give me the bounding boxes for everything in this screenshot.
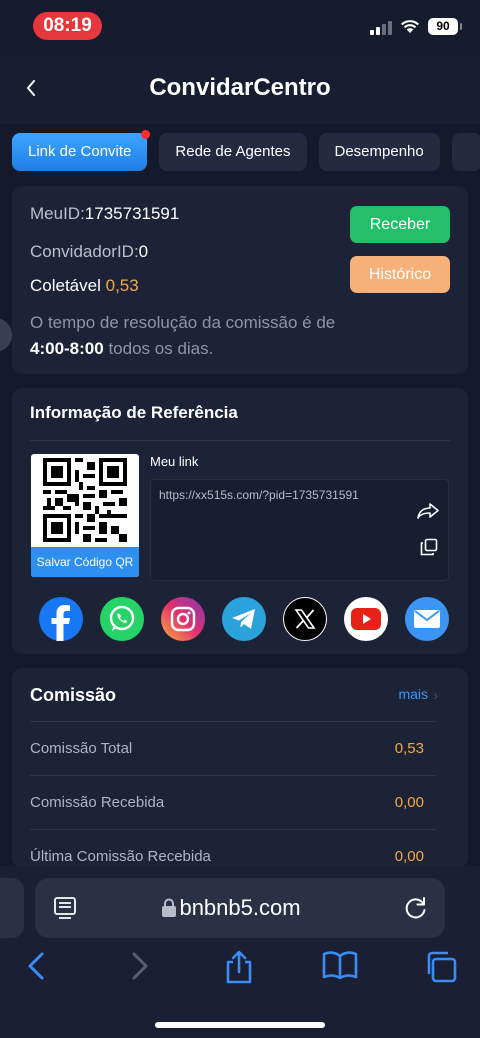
status-bar: 08:19 90 (0, 0, 480, 56)
tab-link-de-convite[interactable]: Link de Convite (12, 130, 151, 171)
browser-nav-row (0, 950, 480, 990)
commission-row-value: 0,53 (394, 740, 424, 757)
email-icon[interactable] (405, 597, 449, 641)
qr-code-panel: Salvar Código QR (31, 454, 139, 577)
url-text: bnbnb5.com (179, 895, 301, 920)
tab-bar: Link de Convite Rede de Agentes Desempen… (12, 130, 480, 171)
tab-label: Desempenho (334, 143, 424, 160)
referral-link-url[interactable]: https://xx515s.com/?pid=1735731591 (159, 488, 359, 502)
referral-link-box: https://xx515s.com/?pid=1735731591 (150, 479, 449, 581)
home-indicator[interactable] (155, 1022, 325, 1028)
browser-forward-icon[interactable] (128, 950, 152, 987)
status-time: 08:19 (33, 12, 102, 40)
reload-icon[interactable] (403, 895, 429, 921)
commission-title: Comissão (30, 685, 117, 705)
referral-card: Informação de Referência Salvar Código Q… (12, 388, 468, 654)
tab-label: Link de Convite (28, 143, 132, 160)
account-card: MeuID:1735731591 ConvidadorID:0 Coletáve… (12, 186, 468, 374)
social-share-row (39, 597, 449, 641)
settlement-note: O tempo de resolução da comissão é de 4:… (30, 310, 450, 362)
copy-icon[interactable] (420, 538, 438, 556)
coletavel-line: Coletável 0,53 (30, 276, 139, 296)
meu-id-line: MeuID:1735731591 (30, 204, 179, 224)
instagram-icon[interactable] (161, 597, 205, 641)
commission-row-value: 0,00 (394, 848, 424, 865)
page-title: ConvidarCentro (149, 74, 331, 101)
receber-button[interactable]: Receber (350, 206, 450, 243)
whatsapp-icon[interactable] (100, 597, 144, 641)
side-drawer-handle[interactable] (0, 318, 12, 352)
tabs-overview-icon[interactable] (424, 950, 458, 989)
commission-row-label: Última Comissão Recebida (30, 848, 211, 865)
page-header: ConvidarCentro (0, 56, 480, 124)
commission-row: Comissão Recebida 0,00 (30, 775, 436, 829)
telegram-icon[interactable] (222, 597, 266, 641)
note-text: O tempo de resolução da comissão é de (30, 313, 336, 332)
historico-button[interactable]: Histórico (350, 256, 450, 293)
cellular-signal-icon (370, 19, 392, 35)
divider (30, 440, 450, 441)
commission-row-value: 0,00 (394, 794, 424, 811)
previous-tab-preview[interactable] (0, 878, 24, 938)
status-icons: 90 (370, 18, 462, 35)
bookmarks-icon[interactable] (322, 950, 358, 985)
more-link[interactable]: mais (398, 686, 428, 702)
referral-title: Informação de Referência (30, 403, 238, 422)
link-label: Meu link (150, 454, 199, 469)
tab-desempenho[interactable]: Desempenho (318, 133, 440, 171)
notification-dot (141, 130, 151, 139)
tab-rede-de-agentes[interactable]: Rede de Agentes (159, 133, 307, 171)
share-icon[interactable] (416, 502, 440, 520)
meu-id-value: 1735731591 (84, 204, 180, 223)
browser-back-icon[interactable] (24, 950, 48, 987)
coletavel-value: 0,53 (105, 276, 139, 295)
note-suffix: todos os dias. (108, 339, 214, 358)
convidador-id-value: 0 (138, 242, 149, 261)
battery-icon: 90 (428, 18, 462, 35)
youtube-icon[interactable] (344, 597, 388, 641)
commission-card: Comissão mais › Comissão Total 0,53 Comi… (12, 668, 468, 868)
qr-code-icon (43, 458, 127, 542)
tab-label: Rede de Agentes (175, 143, 291, 160)
address-bar[interactable]: bnbnb5.com (35, 878, 445, 938)
meu-id-label: MeuID: (30, 204, 85, 223)
coletavel-label: Coletável (30, 276, 101, 295)
commission-row-label: Comissão Total (30, 740, 133, 757)
save-qr-button[interactable]: Salvar Código QR (31, 547, 139, 577)
x-icon[interactable] (283, 597, 327, 641)
browser-toolbar: bnbnb5.com (0, 866, 480, 1038)
note-hours: 4:00-8:00 (30, 339, 104, 358)
tab-overflow[interactable] (451, 133, 480, 171)
convidador-id-label: ConvidadorID: (30, 242, 139, 261)
facebook-icon[interactable] (39, 597, 83, 641)
commission-row: Comissão Total 0,53 (30, 721, 436, 775)
commission-row-label: Comissão Recebida (30, 794, 165, 811)
browser-share-icon[interactable] (224, 950, 254, 989)
chevron-right-icon: › (433, 687, 438, 703)
wifi-icon (401, 20, 419, 33)
convidador-id-line: ConvidadorID:0 (30, 242, 148, 262)
